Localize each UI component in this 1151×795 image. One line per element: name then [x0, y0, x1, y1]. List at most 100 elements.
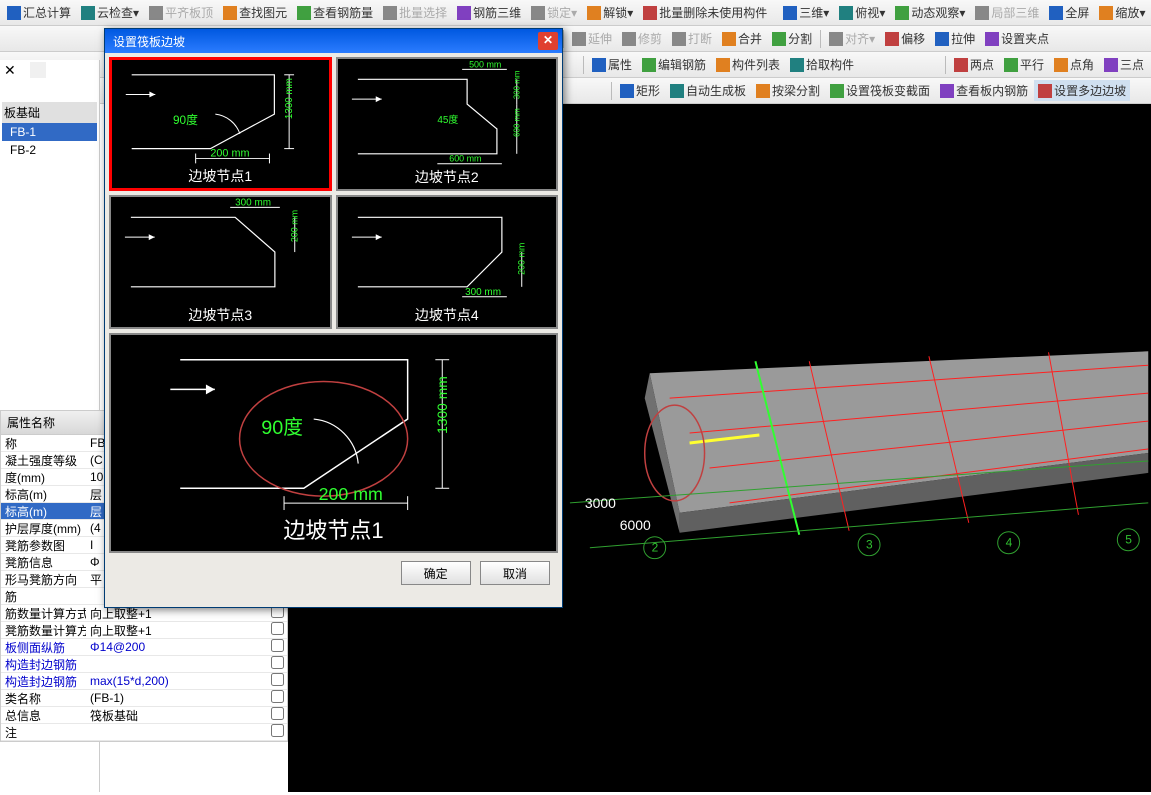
beam-icon — [756, 84, 770, 98]
merge-icon — [722, 32, 736, 46]
tb-summary[interactable]: 汇总计算 — [3, 2, 75, 23]
property-row[interactable]: 类名称(FB-1) — [1, 690, 287, 707]
tb-rect[interactable]: 矩形 — [616, 80, 664, 101]
tb-twopoint[interactable]: 两点 — [950, 54, 998, 75]
tb-view-slab-rebar[interactable]: 查看板内钢筋 — [936, 80, 1032, 101]
property-label: 凳筋数量计算方 — [1, 622, 86, 639]
tb-rebar3d[interactable]: 钢筋三维 — [453, 2, 525, 23]
property-label: 凝土强度等级 — [1, 452, 86, 469]
property-checkbox[interactable] — [267, 639, 287, 655]
svg-text:1300 mm: 1300 mm — [434, 376, 450, 434]
tb-pick[interactable]: 拾取构件 — [786, 54, 858, 75]
dialog-ok-button[interactable]: 确定 — [401, 561, 471, 585]
tb-zoom[interactable]: 缩放 ▾ — [1095, 2, 1149, 23]
tb-threepoint[interactable]: 三点 — [1100, 54, 1148, 75]
property-value[interactable]: Φ14@200 — [86, 640, 267, 654]
tb-offset[interactable]: 偏移 — [881, 28, 929, 49]
tree-item-fb1[interactable]: FB-1 — [2, 123, 97, 141]
dialog-cancel-button[interactable]: 取消 — [480, 561, 550, 585]
tb-batch-select[interactable]: 批量选择 — [379, 2, 451, 23]
tb-pointangle[interactable]: 点角 — [1050, 54, 1098, 75]
dialog-titlebar[interactable]: 设置筏板边坡 ✕ — [105, 29, 562, 53]
property-checkbox[interactable] — [267, 724, 287, 740]
tb-find[interactable]: 查找图元 — [219, 2, 291, 23]
property-checkbox[interactable] — [267, 673, 287, 689]
ptangle-icon — [1054, 58, 1068, 72]
tb-grip[interactable]: 设置夹点 — [981, 28, 1053, 49]
tb-fullscreen[interactable]: 全屏 — [1045, 2, 1093, 23]
property-value[interactable]: max(15*d,200) — [86, 674, 267, 688]
tb-stretch[interactable]: 拉伸 — [931, 28, 979, 49]
tb-lock[interactable]: 锁定 ▾ — [527, 2, 581, 23]
tb-trim[interactable]: 修剪 — [618, 28, 666, 49]
slope-dialog: 设置筏板边坡 ✕ 90度 200 mm 1300 mm 边坡节点1 — [104, 28, 563, 608]
tb-break[interactable]: 打断 — [668, 28, 716, 49]
property-label: 筋数量计算方式 — [1, 605, 86, 622]
property-label: 凳筋信息 — [1, 554, 86, 571]
property-value[interactable]: 筏板基础 — [86, 707, 267, 724]
panel-copy-icon[interactable] — [30, 62, 46, 78]
property-label: 护层厚度(mm) — [1, 520, 86, 537]
tb-3d[interactable]: 三维 ▾ — [779, 2, 833, 23]
tb-props[interactable]: 属性 — [588, 54, 636, 75]
axis-bubbles: 2 3 4 5 — [644, 529, 1140, 559]
tb-local3d[interactable]: 局部三维 — [971, 2, 1043, 23]
property-checkbox[interactable] — [267, 707, 287, 723]
tb-merge[interactable]: 合并 — [718, 28, 766, 49]
tb-extend[interactable]: 延伸 — [568, 28, 616, 49]
tb-parallel[interactable]: 平行 — [1000, 54, 1048, 75]
property-label: 标高(m) — [1, 503, 86, 520]
tb-align[interactable]: 对齐 ▾ — [825, 28, 879, 49]
zoom-icon — [1099, 6, 1113, 20]
tb-split-beam[interactable]: 按梁分割 — [752, 80, 824, 101]
slope-thumb-2[interactable]: 45度 500 mm 300 mm 600 mm 600 mm 边坡节点2 — [336, 57, 559, 191]
tb-comp-list[interactable]: 构件列表 — [712, 54, 784, 75]
svg-text:5: 5 — [1125, 533, 1132, 547]
split-icon — [772, 32, 786, 46]
tb-raft-section[interactable]: 设置筏板变截面 — [826, 80, 934, 101]
align-icon — [149, 6, 163, 20]
tb-view-rebar[interactable]: 查看钢筋量 — [293, 2, 377, 23]
property-label: 构造封边钢筋 — [1, 673, 86, 690]
tb-auto-slab[interactable]: 自动生成板 — [666, 80, 750, 101]
lock-icon — [531, 6, 545, 20]
section-icon — [830, 84, 844, 98]
property-checkbox[interactable] — [267, 690, 287, 706]
property-row[interactable]: 总信息筏板基础 — [1, 707, 287, 724]
tb-align-slab[interactable]: 平齐板顶 — [145, 2, 217, 23]
tb-unlock[interactable]: 解锁 ▾ — [583, 2, 637, 23]
slope-icon — [1038, 84, 1052, 98]
property-value[interactable]: 向上取整+1 — [86, 622, 267, 639]
find-icon — [223, 6, 237, 20]
panel-close-icon[interactable]: ✕ — [4, 62, 16, 79]
tb-cloud[interactable]: 云检查 ▾ — [77, 2, 143, 23]
slope-thumb-4[interactable]: 200 mm 300 mm 边坡节点4 — [336, 195, 559, 329]
property-row[interactable]: 板侧面纵筋Φ14@200 — [1, 639, 287, 656]
property-value[interactable]: (FB-1) — [86, 691, 267, 705]
property-checkbox[interactable] — [267, 656, 287, 672]
slope-thumb-3[interactable]: 300 mm 200 mm 边坡节点3 — [109, 195, 332, 329]
tb-split[interactable]: 分割 — [768, 28, 816, 49]
tb-edit-rebar[interactable]: 编辑钢筋 — [638, 54, 710, 75]
tb-top-view[interactable]: 俯视 ▾ — [835, 2, 889, 23]
slope-thumb-1[interactable]: 90度 200 mm 1300 mm 边坡节点1 — [109, 57, 332, 191]
property-row[interactable]: 注 — [1, 724, 287, 741]
delete-icon — [643, 6, 657, 20]
property-label: 类名称 — [1, 690, 86, 707]
tb-batch-delete[interactable]: 批量删除未使用构件 — [639, 2, 771, 23]
tb-multi-slope[interactable]: 设置多边边坡 — [1034, 80, 1130, 101]
property-row[interactable]: 构造封边钢筋 — [1, 656, 287, 673]
slope-preview: 90度 200 mm 1300 mm 边坡节点1 — [109, 333, 558, 553]
cube-icon — [457, 6, 471, 20]
dialog-close-icon[interactable]: ✕ — [538, 32, 558, 50]
property-row[interactable]: 构造封边钢筋max(15*d,200) — [1, 673, 287, 690]
property-checkbox[interactable] — [267, 622, 287, 638]
dialog-title: 设置筏板边坡 — [109, 33, 538, 50]
tree-item-fb2[interactable]: FB-2 — [2, 141, 97, 159]
tb-orbit[interactable]: 动态观察 ▾ — [891, 2, 969, 23]
property-row[interactable]: 凳筋数量计算方向上取整+1 — [1, 622, 287, 639]
slab-3d-shape — [570, 351, 1148, 547]
property-label: 总信息 — [1, 707, 86, 724]
rebar-icon — [297, 6, 311, 20]
svg-text:4: 4 — [1006, 536, 1013, 550]
